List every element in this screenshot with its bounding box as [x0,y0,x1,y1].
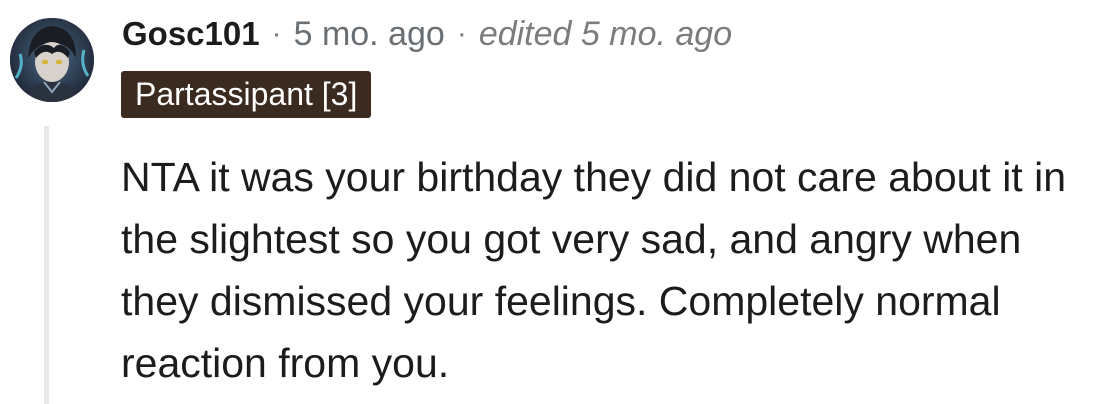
author-username[interactable]: Gosc101 [122,15,260,53]
edited-label: edited 5 mo. ago [478,14,733,53]
avatar-image [10,18,94,102]
avatar[interactable] [10,18,94,102]
comment-meta: Gosc101 · 5 mo. ago · edited 5 mo. ago [122,12,732,56]
meta-separator: · [271,17,282,50]
thread-collapse-line[interactable] [44,126,49,404]
posted-time[interactable]: 5 mo. ago [294,15,445,54]
meta-separator: · [456,17,467,50]
comment: Gosc101 · 5 mo. ago · edited 5 mo. ago P… [0,0,1101,404]
comment-body: NTA it was your birthday they did not ca… [121,154,1067,386]
user-flair-badge: Partassipant [3] [121,71,372,118]
